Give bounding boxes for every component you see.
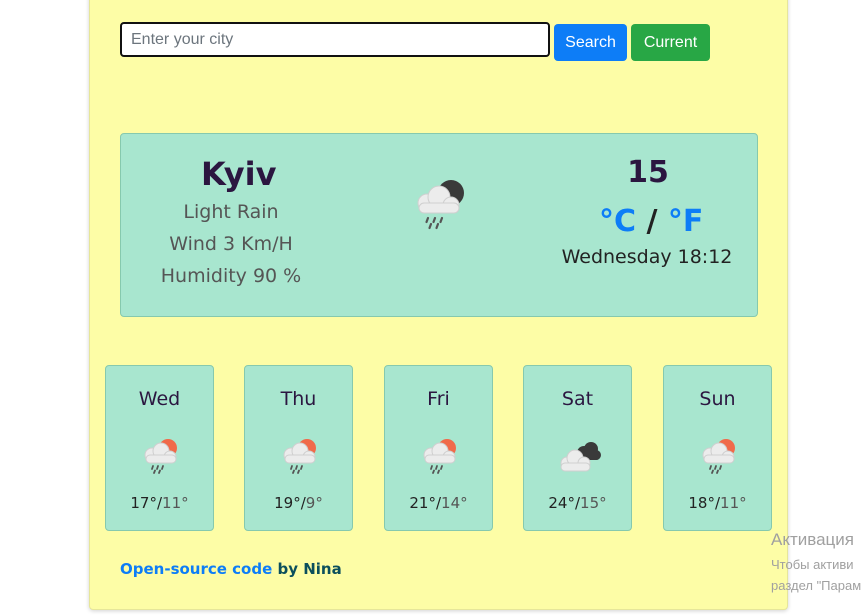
day-rain-cloud-icon (283, 439, 316, 474)
current-temperature: 15 (627, 155, 669, 190)
forecast-max: 18° (688, 494, 715, 512)
unit-toggle: °C / °F (599, 204, 703, 239)
forecast-day: Thu (280, 388, 317, 410)
windows-activation-watermark: Активация Чтобы активи раздел "Парам (771, 530, 868, 596)
wind-speed: Wind 3 Km/H (169, 233, 293, 255)
activation-line: Чтобы активи (771, 557, 854, 572)
forecast-min: 11° (162, 494, 189, 512)
activation-title: Активация (771, 530, 854, 549)
fahrenheit-link[interactable]: °F (668, 204, 704, 239)
current-location-button[interactable]: Current (631, 24, 710, 61)
unit-separator: / (636, 204, 668, 239)
forecast-min: 9° (305, 494, 323, 512)
celsius-link[interactable]: °C (599, 204, 636, 239)
forecast-card: Fri 21°/14° (384, 365, 493, 531)
forecast-max: 24° (548, 494, 575, 512)
search-button[interactable]: Search (554, 24, 627, 61)
day-rain-cloud-icon (702, 439, 735, 474)
forecast-day: Wed (138, 388, 181, 410)
forecast-day: Sun (699, 388, 736, 410)
forecast-temps: 21°/14° (409, 494, 468, 512)
forecast-card: Sat 24°/15° (523, 365, 632, 531)
footer: Open-source code by Nina (120, 560, 342, 578)
forecast-card: Thu 19°/9° (244, 365, 353, 531)
forecast-temps: 19°/9° (274, 494, 323, 512)
forecast-max: 19° (274, 494, 301, 512)
forecast-temps: 24°/15° (548, 494, 607, 512)
forecast-day: Fri (427, 388, 450, 410)
city-search-input[interactable] (120, 22, 550, 57)
city-name: Kyiv (201, 155, 277, 193)
current-weather-card: Kyiv Light Rain Wind 3 Km/H Humidity 90 … (120, 133, 758, 317)
forecast-min: 15° (580, 494, 607, 512)
forecast-min: 11° (720, 494, 747, 512)
forecast-temps: 18°/11° (688, 494, 747, 512)
forecast-max: 21° (409, 494, 436, 512)
broken-clouds-icon (560, 442, 601, 472)
forecast-temps: 17°/11° (130, 494, 189, 512)
open-source-link[interactable]: Open-source code (120, 560, 272, 578)
day-rain-cloud-icon (423, 439, 456, 474)
forecast-min: 14° (441, 494, 468, 512)
forecast-card: Sun 18°/11° (663, 365, 772, 531)
day-rain-cloud-icon (144, 439, 177, 474)
weather-description: Light Rain (183, 201, 279, 223)
forecast-day: Sat (561, 388, 594, 410)
forecast-max: 17° (130, 494, 157, 512)
forecast-card: Wed 17°/11° (105, 365, 214, 531)
night-rain-cloud-icon (417, 180, 464, 230)
footer-author: by Nina (272, 560, 342, 578)
activation-line: раздел "Парам (771, 578, 862, 593)
current-datetime: Wednesday 18:12 (561, 246, 733, 268)
humidity: Humidity 90 % (160, 265, 302, 287)
